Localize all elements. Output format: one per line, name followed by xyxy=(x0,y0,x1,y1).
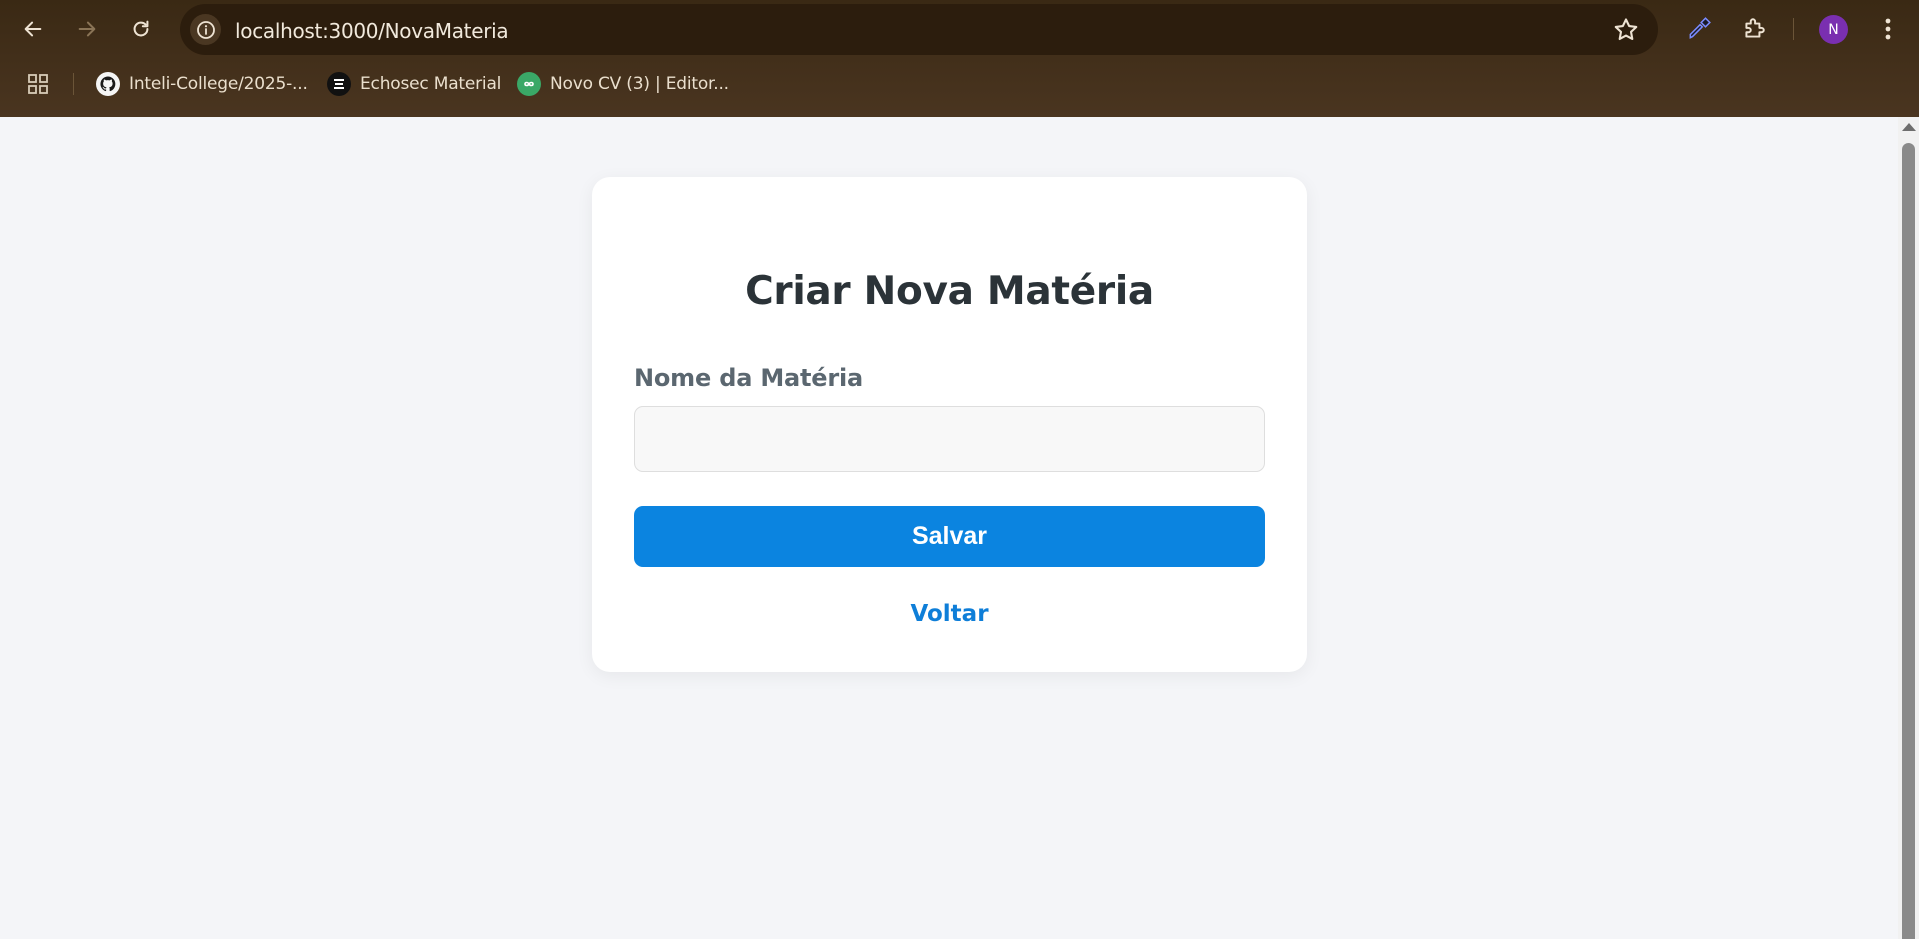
overleaf-icon xyxy=(517,72,541,96)
apps-grid-icon[interactable] xyxy=(26,64,50,104)
url-text[interactable]: localhost:3000/NovaMateria xyxy=(235,19,509,43)
arrow-left-icon xyxy=(24,21,42,37)
reload-button[interactable] xyxy=(123,11,159,47)
new-subject-form-card: Criar Nova Matéria Nome da Matéria Salva… xyxy=(592,177,1307,672)
bookmarks-bar: Inteli-College/2025-... Echosec Material… xyxy=(0,64,1919,104)
star-icon[interactable] xyxy=(1612,16,1640,44)
eyedropper-icon[interactable] xyxy=(1684,14,1714,44)
bookmark-label: Echosec Material xyxy=(360,74,502,94)
browser-chrome: localhost:3000/NovaMateria N Inteli-Coll… xyxy=(0,0,1919,117)
scroll-thumb[interactable] xyxy=(1902,143,1915,939)
vertical-scrollbar[interactable] xyxy=(1898,117,1919,939)
bookmark-label: Novo CV (3) | Editor... xyxy=(550,74,729,94)
bookmark-item-echosec[interactable]: Echosec Material xyxy=(327,64,501,104)
save-button[interactable]: Salvar xyxy=(634,506,1265,567)
profile-avatar[interactable]: N xyxy=(1819,15,1848,44)
bookmark-item-overleaf[interactable]: Novo CV (3) | Editor... xyxy=(517,64,729,104)
bookmarks-divider xyxy=(73,73,74,95)
extensions-icon[interactable] xyxy=(1739,14,1769,44)
bookmark-label: Inteli-College/2025-... xyxy=(129,74,308,94)
github-icon xyxy=(96,72,120,96)
more-menu-icon[interactable] xyxy=(1878,14,1898,44)
toolbar-divider xyxy=(1793,18,1794,40)
subject-name-input[interactable] xyxy=(634,406,1265,472)
page-title: Criar Nova Matéria xyxy=(745,269,1154,314)
forward-button[interactable] xyxy=(69,11,105,47)
back-button[interactable] xyxy=(15,11,51,47)
echosec-icon xyxy=(327,72,351,96)
bookmark-item-inteli[interactable]: Inteli-College/2025-... xyxy=(96,64,308,104)
back-link[interactable]: Voltar xyxy=(592,601,1307,627)
scroll-up-arrow-icon[interactable] xyxy=(1902,123,1916,131)
site-info-icon[interactable] xyxy=(190,14,221,45)
reload-icon xyxy=(133,20,149,37)
browser-toolbar: localhost:3000/NovaMateria N xyxy=(0,0,1919,58)
arrow-right-icon xyxy=(78,21,96,37)
address-bar[interactable]: localhost:3000/NovaMateria xyxy=(180,4,1658,55)
subject-name-label: Nome da Matéria xyxy=(634,364,864,392)
